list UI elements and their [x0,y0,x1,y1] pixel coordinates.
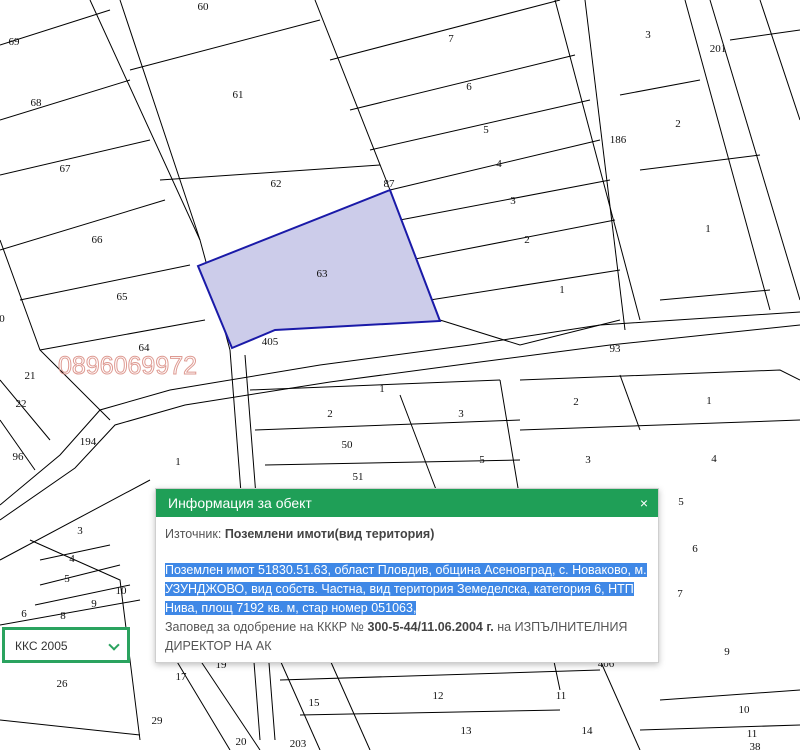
parcel-label: 8 [60,610,66,622]
parcel-label: 6 [466,81,472,93]
parcel-label: 7 [448,33,454,45]
parcel-label: 26 [57,678,69,690]
parcel-label: 5 [483,124,489,136]
parcel-label: 66 [92,234,104,246]
parcel-label: 186 [610,134,627,146]
parcel-label: 6 [21,608,27,620]
parcel-label: 15 [309,697,321,709]
source-label: Източник: [165,527,222,541]
parcel-label: 29 [152,715,164,727]
parcel-label: 201 [710,43,727,55]
popup-title: Информация за обект [168,495,312,511]
parcel-label: 13 [461,725,473,737]
parcel-label: 69 [9,36,21,48]
order-prefix: Заповед за одобрение на КККР № [165,620,365,634]
parcel-label: 2 [675,118,681,130]
parcel-label: 60 [198,1,210,13]
parcel-label: 6 [692,543,698,555]
parcel-label: 93 [610,343,622,355]
parcel-label: 63 [317,268,329,280]
parcel-label: 68 [31,97,43,109]
chevron-down-icon[interactable] [108,639,120,651]
object-info-popup: Информация за обект × Източник: Поземлен… [155,488,659,663]
parcel-label: 65 [117,291,129,303]
parcel-label: 3 [77,525,83,537]
parcel-label: 5 [64,573,70,585]
order-number: 300-5-44/11.06.2004 г. [367,620,494,634]
parcel-label: 5 [678,496,684,508]
popup-body: Източник: Поземлени имоти(вид територия)… [156,517,658,662]
parcel-label: 3 [510,195,516,207]
parcel-label: 203 [290,738,307,750]
parcel-label: 9 [724,646,730,658]
layer-select[interactable]: ККС 2005 [2,627,130,663]
parcel-label: 405 [262,336,279,348]
popup-header: Информация за обект × [156,489,658,517]
parcel-label: 10 [739,704,751,716]
parcel-label: 0 [0,313,5,325]
close-icon[interactable]: × [640,489,648,517]
parcel-label: 4 [711,453,717,465]
parcel-label: 22 [16,398,27,410]
parcel-label: 11 [747,728,758,740]
parcel-label: 4 [496,158,502,170]
parcel-label: 87 [384,178,396,190]
parcel-label: 194 [80,436,97,448]
parcel-label: 11 [556,690,567,702]
parcel-label: 4 [69,553,75,565]
parcel-label: 7 [677,588,683,600]
parcel-label: 3 [645,29,651,41]
parcel-label: 1 [175,456,181,468]
parcel-label: 61 [233,89,244,101]
parcel-label: 21 [25,370,36,382]
parcel-label: 1 [559,284,565,296]
parcel-label: 1 [706,395,712,407]
parcel-label: 14 [582,725,594,737]
parcel-label: 62 [271,178,282,190]
parcel-label: 5 [479,454,485,466]
parcel-label: 67 [60,163,72,175]
parcel-label: 50 [342,439,354,451]
parcel-label: 2 [327,408,333,420]
parcel-label: 38 [750,741,762,750]
order-line: Заповед за одобрение на КККР № 300-5-44/… [165,618,649,656]
parcel-label: 96 [13,451,25,463]
parcel-label: 20 [236,736,248,748]
source-value: Поземлени имоти(вид територия) [224,527,435,541]
source-line: Източник: Поземлени имоти(вид територия) [165,525,649,544]
parcel-label: 1 [705,223,711,235]
watermark-phone: 0896069972 [58,352,197,380]
parcel-label: 17 [176,671,188,683]
parcel-label: 12 [433,690,444,702]
selected-description-text[interactable]: Поземлен имот 51830.51.63, област Пловди… [165,563,647,615]
parcel-description[interactable]: Поземлен имот 51830.51.63, област Пловди… [165,561,649,618]
parcel-label: 9 [91,598,97,610]
parcel-label: 3 [458,408,464,420]
parcel-label: 2 [524,234,530,246]
layer-select-value: ККС 2005 [15,639,68,653]
parcel-label: 2 [573,396,579,408]
parcel-label: 64 [139,342,151,354]
parcel-label: 51 [353,471,364,483]
parcel-label: 3 [585,454,591,466]
parcel-label: 1 [379,383,385,395]
parcel-label: 10 [116,585,128,597]
